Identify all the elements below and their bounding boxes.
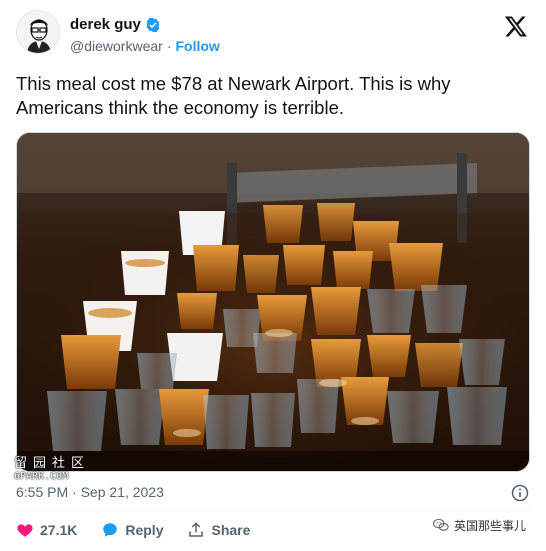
like-count: 27.1K xyxy=(40,522,78,538)
tweet-header: derek guy @dieworkwear · Follow xyxy=(16,10,536,62)
user-handle[interactable]: @dieworkwear xyxy=(70,38,163,54)
share-button[interactable]: Share xyxy=(187,521,250,539)
action-bar: 27.1K Reply Share xyxy=(16,521,250,539)
watermark-en: 6PARK.COM xyxy=(14,471,69,482)
verified-badge-icon xyxy=(146,17,160,32)
wechat-icon xyxy=(432,518,449,531)
like-button[interactable]: 27.1K xyxy=(16,521,77,539)
reply-label: Reply xyxy=(125,522,164,538)
tweet-timestamp[interactable]: 6:55 PM · Sep 21, 2023 xyxy=(16,484,164,500)
x-logo-icon[interactable] xyxy=(504,14,528,38)
divider xyxy=(16,510,530,511)
follow-button[interactable]: Follow xyxy=(175,38,219,54)
watermark-wechat-text: 英国那些事儿 xyxy=(453,518,526,533)
watermark-6park: 留园社区 6PARK.COM xyxy=(14,452,90,482)
watermark-wechat: 英国那些事儿 xyxy=(432,516,526,534)
info-icon[interactable] xyxy=(510,483,530,503)
reply-bubble-icon xyxy=(103,523,118,537)
avatar[interactable] xyxy=(16,10,60,54)
tweet-text: This meal cost me $78 at Newark Airport.… xyxy=(16,73,451,118)
heart-icon xyxy=(17,524,33,537)
shot-glasses-photo xyxy=(17,133,529,471)
reply-button[interactable]: Reply xyxy=(101,521,163,539)
share-icon xyxy=(189,522,204,537)
display-name[interactable]: derek guy xyxy=(70,16,141,33)
watermark-cn: 留园社区 xyxy=(14,456,91,471)
share-label: Share xyxy=(211,522,251,538)
tweet-photo[interactable] xyxy=(16,132,530,472)
separator-dot: · xyxy=(166,38,172,54)
